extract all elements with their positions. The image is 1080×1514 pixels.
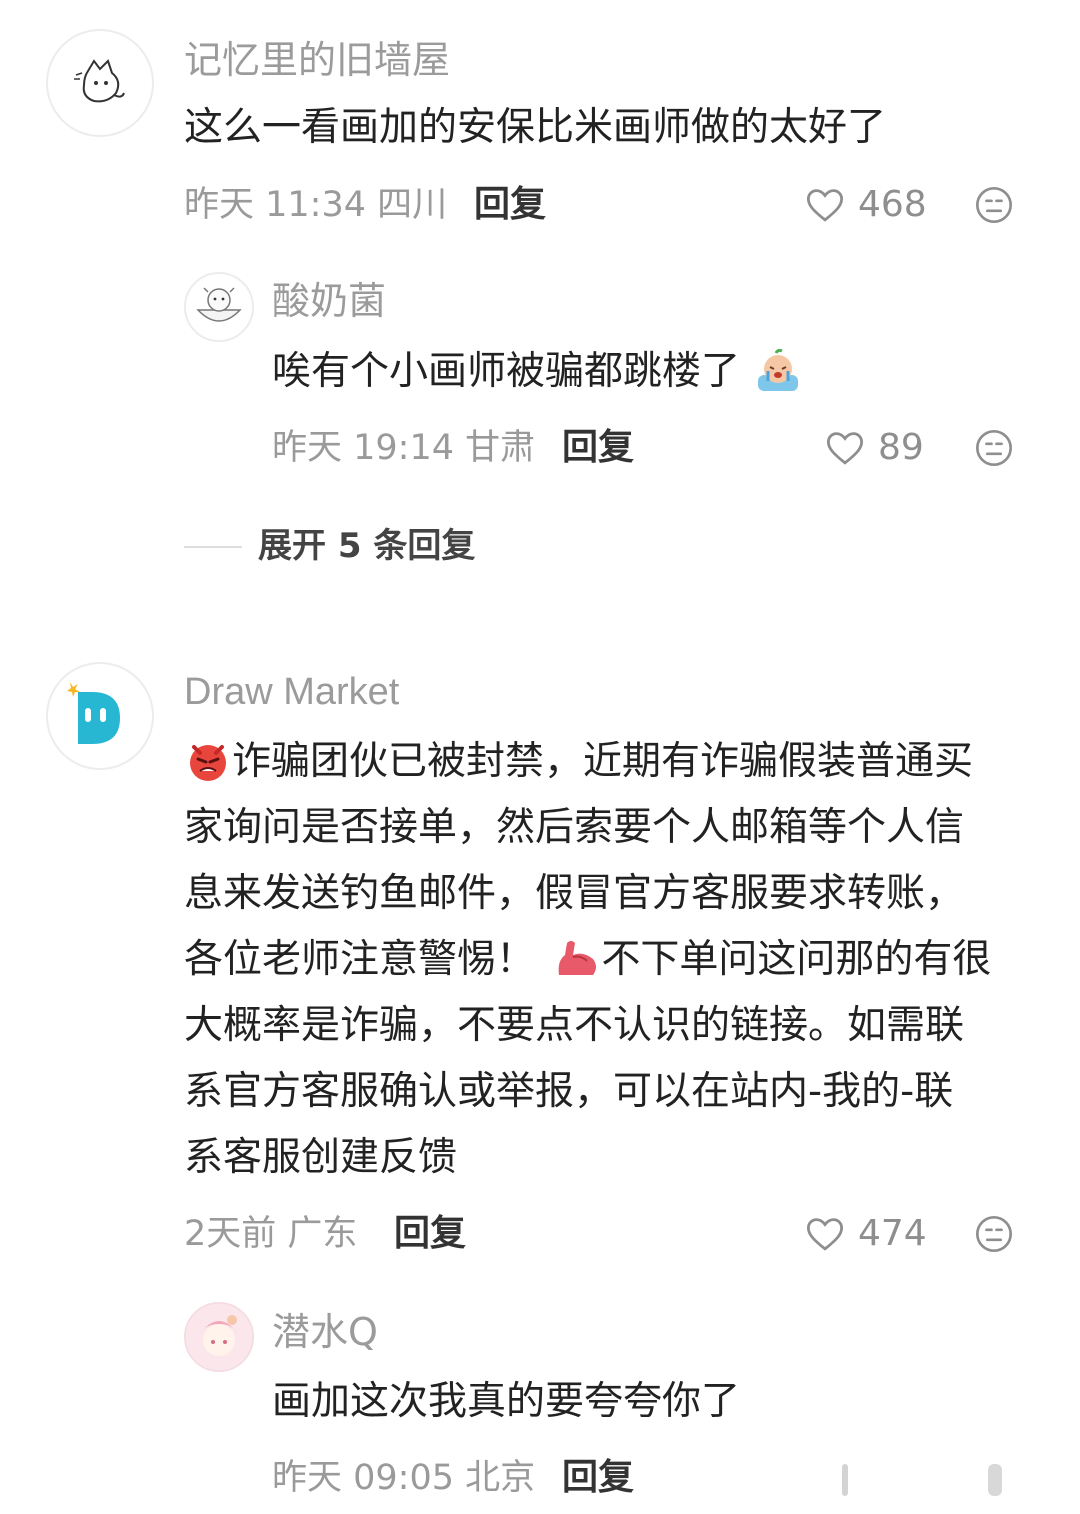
- draw-market-logo-icon: [67, 682, 120, 744]
- cat-sketch-icon: [74, 59, 125, 103]
- comment-time-location: 2天前 广东: [184, 1214, 358, 1254]
- reply-button[interactable]: 回复: [562, 426, 634, 470]
- crying-face-emoji: [758, 348, 799, 391]
- comment-text-line: 各位老师注意警惕！ 不下单问这问那的有很: [184, 927, 1044, 993]
- heart-icon: [806, 1218, 844, 1251]
- comment-text-segment: 各位老师注意警惕！: [184, 937, 536, 982]
- dislike-button[interactable]: [974, 1214, 1014, 1254]
- comment-text-line: 大概率是诈骗，不要点不认识的链接。如需联: [184, 1003, 965, 1048]
- comment-text-line: 系官方客服确认或举报，可以在站内-我的-联: [184, 1069, 954, 1114]
- comment-username[interactable]: Draw Market: [184, 668, 399, 716]
- avatar[interactable]: [184, 1302, 254, 1372]
- heart-icon: [806, 189, 844, 222]
- avatar[interactable]: [184, 272, 254, 342]
- comment-text-line: 家询问是否接单，然后索要个人邮箱等个人信: [184, 805, 965, 850]
- dislike-face-icon: [976, 1216, 1012, 1252]
- like-button[interactable]: [836, 1460, 856, 1500]
- reply-button[interactable]: 回复: [474, 183, 546, 227]
- heart-icon: [826, 432, 864, 465]
- like-button[interactable]: [804, 1213, 846, 1255]
- heart-icon: [842, 1464, 848, 1496]
- expand-replies-button[interactable]: 展开 5 条回复: [258, 524, 475, 568]
- reply-username[interactable]: 潜水Q: [272, 1308, 378, 1356]
- comment-text-line: 息来发送钓鱼邮件，假冒官方客服要求转账，: [184, 871, 965, 916]
- angry-face-emoji: [190, 744, 226, 781]
- dislike-face-icon: [988, 1464, 1002, 1496]
- pink-anime-avatar-icon: [186, 1304, 252, 1370]
- reply-text-content: 唉有个小画师被骗都跳楼了: [272, 349, 741, 394]
- reply-time-location: 昨天 19:14 甘肃: [272, 428, 536, 468]
- reply-username[interactable]: 酸奶菌: [272, 277, 386, 325]
- like-button[interactable]: [804, 184, 846, 226]
- reply-text: 唉有个小画师被骗都跳楼了: [272, 348, 802, 396]
- reply-button[interactable]: 回复: [394, 1212, 466, 1256]
- like-count: 468: [858, 184, 927, 225]
- comment-text: 诈骗团伙已被封禁，近期有诈骗假装普通买 家询问是否接单，然后索要个人邮箱等个人信…: [184, 729, 1044, 1191]
- comment-text-segment: 诈骗团伙已被封禁，近期有诈骗假装普通买: [232, 739, 974, 784]
- dislike-button[interactable]: [980, 1460, 1010, 1500]
- avatar[interactable]: [46, 662, 154, 770]
- comment-username[interactable]: 记忆里的旧墙屋: [184, 36, 450, 84]
- dislike-face-icon: [976, 430, 1012, 466]
- comment-text-line: 诈骗团伙已被封禁，近期有诈骗假装普通买: [184, 729, 1044, 795]
- comment-time-location: 昨天 11:34 四川: [184, 185, 448, 225]
- reply-time-location: 昨天 09:05 北京: [272, 1458, 536, 1498]
- muscle-emoji: [559, 940, 597, 975]
- bowl-character-icon: [196, 287, 242, 322]
- avatar[interactable]: [46, 29, 154, 137]
- reply-button[interactable]: 回复: [562, 1456, 634, 1500]
- like-button[interactable]: [824, 427, 866, 469]
- dislike-button[interactable]: [974, 185, 1014, 225]
- expand-divider: [184, 546, 242, 548]
- like-count: 474: [858, 1213, 927, 1254]
- reply-text: 画加这次我真的要夸夸你了: [272, 1379, 741, 1424]
- comment-text-line: 系客服创建反馈: [184, 1135, 458, 1180]
- dislike-button[interactable]: [974, 428, 1014, 468]
- comment-text-segment: 不下单问这问那的有很: [601, 937, 992, 982]
- dislike-face-icon: [976, 187, 1012, 223]
- comment-text: 这么一看画加的安保比米画师做的太好了: [184, 105, 887, 150]
- like-count: 89: [878, 427, 924, 468]
